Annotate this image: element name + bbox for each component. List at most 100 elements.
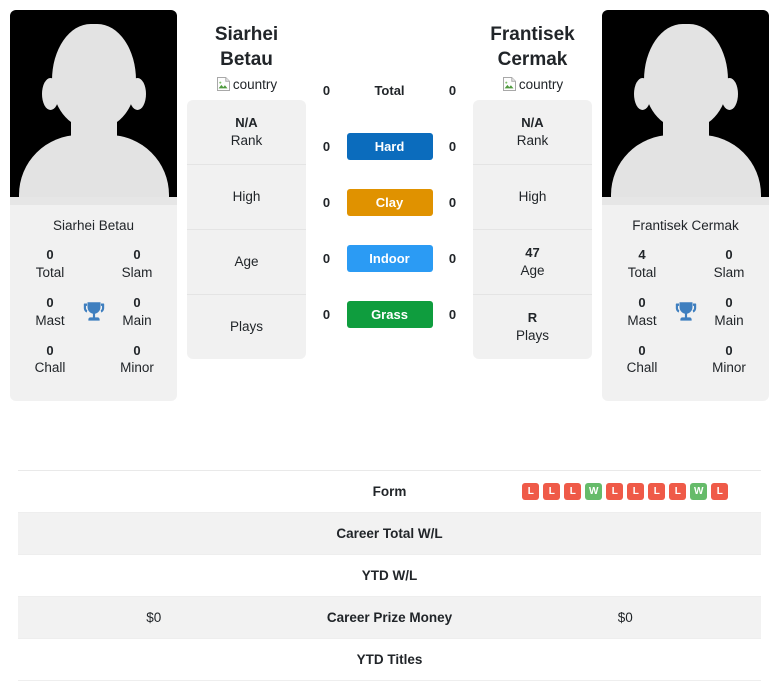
surface-left-value: 0 bbox=[322, 194, 331, 210]
info-label: Plays bbox=[515, 327, 549, 343]
surface-row-hard: 0 Hard 0 bbox=[306, 118, 473, 174]
title-label: Main bbox=[122, 312, 152, 328]
info-label: Age bbox=[234, 254, 259, 270]
stats-label: Career Total W/L bbox=[336, 526, 443, 541]
avatar-ear-left-icon bbox=[633, 78, 651, 110]
stats-left-value: $0 bbox=[146, 610, 162, 625]
info-rank: N/A Rank bbox=[473, 100, 592, 166]
stats-label: Form bbox=[372, 484, 407, 499]
surface-label-grass: Grass bbox=[346, 300, 433, 328]
title-label: Slam bbox=[121, 264, 153, 280]
surface-right-value: 0 bbox=[448, 82, 457, 98]
broken-image-icon bbox=[502, 76, 518, 92]
avatar-base bbox=[602, 197, 769, 205]
info-age: Age bbox=[187, 230, 306, 296]
form-badge-loss: L bbox=[564, 483, 582, 500]
title-value: 0 bbox=[725, 342, 733, 358]
info-label: High bbox=[518, 189, 547, 205]
form-badge-win: W bbox=[690, 483, 708, 500]
info-label: Age bbox=[520, 262, 545, 278]
surface-badge[interactable]: Indoor bbox=[346, 244, 433, 272]
avatar-ear-right-icon bbox=[720, 78, 738, 110]
left-country: country bbox=[216, 76, 277, 100]
title-stat: 0 Chall bbox=[24, 343, 76, 377]
titles-row: 4 Total 0 Slam bbox=[602, 243, 769, 291]
form-badge-loss: L bbox=[522, 483, 540, 500]
stats-label: YTD Titles bbox=[356, 652, 423, 667]
surface-label-clay: Clay bbox=[346, 188, 433, 216]
surface-right-value: 0 bbox=[448, 194, 457, 210]
left-player-card: Siarhei Betau 0 Total 0 Slam 0 Mast 0 Ma… bbox=[10, 10, 177, 401]
surface-row-indoor: 0 Indoor 0 bbox=[306, 230, 473, 286]
right-info-column: Frantisek Cermak country N/A Rank High 4… bbox=[473, 10, 592, 360]
trophy-spacer bbox=[671, 249, 701, 279]
info-value: N/A bbox=[235, 114, 258, 130]
title-stat: 0 Minor bbox=[111, 343, 163, 377]
player-comparison: Siarhei Betau 0 Total 0 Slam 0 Mast 0 Ma… bbox=[0, 0, 779, 470]
surface-row-clay: 0 Clay 0 bbox=[306, 174, 473, 230]
titles-row: 0 Chall 0 Minor bbox=[10, 339, 177, 387]
trophy-icon bbox=[79, 297, 109, 327]
stats-row-form: Form LLLWLLLLWL bbox=[18, 471, 761, 513]
info-plays: Plays bbox=[187, 295, 306, 359]
surface-label-total: Total bbox=[347, 77, 433, 104]
form-badge-loss: L bbox=[543, 483, 561, 500]
title-stat: 4 Total bbox=[616, 247, 668, 281]
surface-badge: Total bbox=[374, 82, 405, 98]
title-stat: 0 Total bbox=[24, 247, 76, 281]
trophy-icon bbox=[671, 297, 701, 327]
info-label: Rank bbox=[230, 132, 263, 148]
left-name-block: Siarhei Betau country bbox=[187, 10, 306, 100]
title-value: 0 bbox=[133, 294, 141, 310]
title-label: Minor bbox=[120, 360, 154, 376]
title-stat: 0 Mast bbox=[616, 295, 668, 329]
title-label: Mast bbox=[627, 312, 657, 328]
titles-row: 0 Mast 0 Main bbox=[10, 291, 177, 339]
surface-badge[interactable]: Grass bbox=[346, 300, 433, 328]
right-player-avatar bbox=[602, 10, 769, 205]
surface-label-indoor: Indoor bbox=[346, 244, 433, 272]
surface-row-grass: 0 Grass 0 bbox=[306, 286, 473, 342]
right-info-card: N/A Rank High 47 Age R Plays bbox=[473, 100, 592, 360]
avatar-ear-left-icon bbox=[41, 78, 59, 110]
surface-left-value: 0 bbox=[322, 250, 331, 266]
right-player-card: Frantisek Cermak 4 Total 0 Slam 0 Mast 0… bbox=[602, 10, 769, 401]
title-value: 0 bbox=[46, 247, 54, 262]
stats-row-ytd-titles: YTD Titles bbox=[18, 639, 761, 681]
info-label: Rank bbox=[516, 132, 549, 148]
info-high: High bbox=[473, 165, 592, 231]
surface-right-value: 0 bbox=[448, 138, 457, 154]
surface-left-value: 0 bbox=[322, 138, 331, 154]
right-titles-grid: 4 Total 0 Slam 0 Mast 0 Main 0 Chall 0 M… bbox=[602, 243, 769, 401]
title-stat: 0 Main bbox=[703, 295, 755, 329]
surface-right-value: 0 bbox=[448, 306, 457, 322]
avatar-ear-right-icon bbox=[128, 78, 146, 110]
stats-row-career-total-wl: Career Total W/L bbox=[18, 513, 761, 555]
stats-row-ytd-wl: YTD W/L bbox=[18, 555, 761, 597]
right-name-block: Frantisek Cermak country bbox=[473, 10, 592, 100]
surface-row-total: 0 Total 0 bbox=[306, 62, 473, 118]
title-value: 0 bbox=[133, 247, 141, 262]
title-value: 0 bbox=[725, 294, 733, 310]
info-value: N/A bbox=[521, 114, 544, 130]
form-badge-loss: L bbox=[648, 483, 666, 500]
title-value: 0 bbox=[46, 294, 54, 310]
right-player-name: Frantisek Cermak bbox=[490, 24, 575, 71]
left-player-card-name: Siarhei Betau bbox=[52, 218, 135, 233]
surface-badge[interactable]: Hard bbox=[346, 132, 433, 160]
title-stat: 0 Chall bbox=[616, 343, 668, 377]
title-label: Minor bbox=[712, 360, 746, 376]
title-value: 0 bbox=[638, 342, 646, 358]
right-player-column: Frantisek Cermak 4 Total 0 Slam 0 Mast 0… bbox=[592, 10, 779, 401]
titles-row: 0 Chall 0 Minor bbox=[602, 339, 769, 387]
info-value: R bbox=[527, 309, 538, 325]
surface-left-value: 0 bbox=[322, 306, 331, 322]
title-value: 0 bbox=[725, 247, 733, 262]
surface-badge[interactable]: Clay bbox=[346, 188, 433, 216]
title-value: 0 bbox=[46, 342, 54, 358]
stats-right-value: LLLWLLLLWL bbox=[490, 483, 762, 500]
left-titles-grid: 0 Total 0 Slam 0 Mast 0 Main 0 Chall 0 M… bbox=[10, 243, 177, 401]
avatar-body-icon bbox=[610, 135, 761, 205]
surface-label-hard: Hard bbox=[346, 132, 433, 160]
info-age: 47 Age bbox=[473, 230, 592, 296]
